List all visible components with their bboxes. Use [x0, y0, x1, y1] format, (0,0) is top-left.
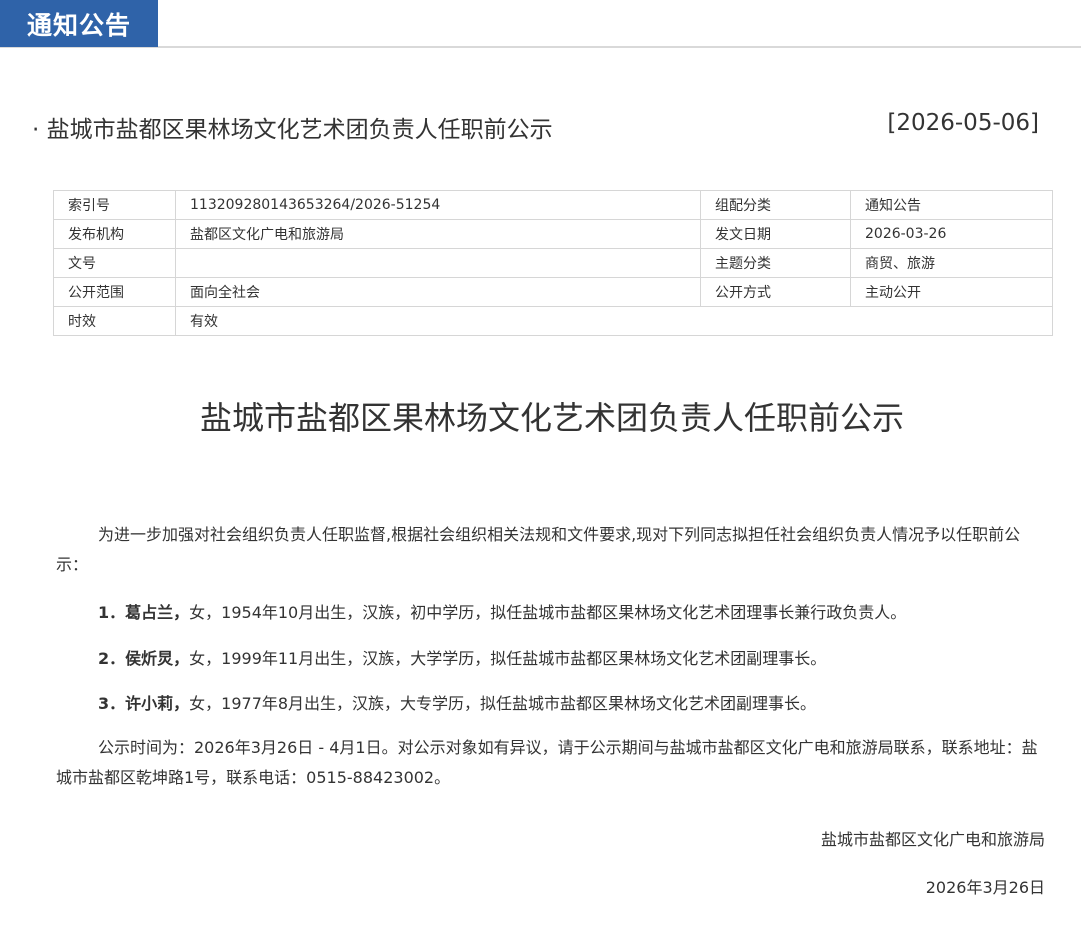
table-row: 时效 有效	[53, 306, 1053, 336]
intro-paragraph: 为进一步加强对社会组织负责人任职监督,根据社会组织相关法规和文件要求,现对下列同…	[56, 525, 1021, 574]
closing-paragraph: 公示时间为：2026年3月26日 - 4月1日。对公示对象如有异议，请于公示期间…	[56, 738, 1038, 787]
table-row: 索引号 113209280143653264/2026-51254 组配分类 通…	[53, 190, 1053, 220]
meta-label: 发文日期	[700, 219, 851, 249]
notice-date: [2026-05-06]	[887, 110, 1039, 136]
meta-label: 公开范围	[53, 277, 176, 307]
meta-value: 113209280143653264/2026-51254	[175, 190, 701, 220]
item-name: 葛占兰，	[125, 603, 190, 622]
item-text: 女，1999年11月出生，汉族，大学学历，拟任盐城市盐都区果林场文化艺术团副理事…	[189, 649, 827, 668]
item-number: 1．	[98, 603, 126, 622]
article-title: 盐城市盐都区果林场文化艺术团负责人任职前公示	[199, 399, 904, 437]
item-name: 侯炘炅，	[125, 649, 190, 668]
meta-value: 2026-03-26	[850, 219, 1053, 249]
item-text: 女，1977年8月出生，汉族，大专学历，拟任盐城市盐都区果林场文化艺术团副理事长…	[189, 694, 817, 713]
meta-value: 主动公开	[850, 277, 1053, 307]
meta-label: 文号	[53, 248, 176, 278]
table-row: 公开范围 面向全社会 公开方式 主动公开	[53, 277, 1053, 307]
list-item: 2．侯炘炅，女，1999年11月出生，汉族，大学学历，拟任盐城市盐都区果林场文化…	[98, 645, 826, 669]
meta-value: 商贸、旅游	[850, 248, 1053, 278]
meta-label: 时效	[53, 306, 176, 336]
signature: 盐城市盐都区文化广电和旅游局	[820, 830, 1045, 849]
item-name: 许小莉，	[125, 694, 190, 713]
meta-label: 索引号	[53, 190, 176, 220]
item-text: 女，1954年10月出生，汉族，初中学历，拟任盐城市盐都区果林场文化艺术团理事长…	[189, 603, 907, 622]
metadata-table: 索引号 113209280143653264/2026-51254 组配分类 通…	[53, 190, 1053, 336]
table-row: 文号 主题分类 商贸、旅游	[53, 248, 1053, 278]
header-bar: 通知公告	[0, 0, 1081, 48]
meta-label: 主题分类	[700, 248, 851, 278]
signature-date: 2026年3月26日	[925, 878, 1045, 897]
meta-label: 组配分类	[700, 190, 851, 220]
meta-label: 公开方式	[700, 277, 851, 307]
list-item: 3．许小莉，女，1977年8月出生，汉族，大专学历，拟任盐城市盐都区果林场文化艺…	[98, 690, 816, 714]
tab-notices[interactable]: 通知公告	[0, 0, 158, 47]
meta-value: 盐都区文化广电和旅游局	[175, 219, 701, 249]
meta-value: 有效	[175, 306, 1053, 336]
list-item: 1．葛占兰，女，1954年10月出生，汉族，初中学历，拟任盐城市盐都区果林场文化…	[98, 599, 906, 623]
meta-value	[175, 248, 701, 278]
meta-value: 通知公告	[850, 190, 1053, 220]
item-number: 3．	[98, 694, 126, 713]
item-number: 2．	[98, 649, 126, 668]
table-row: 发布机构 盐都区文化广电和旅游局 发文日期 2026-03-26	[53, 219, 1053, 249]
notice-title: · 盐城市盐都区果林场文化艺术团负责人任职前公示	[32, 117, 553, 143]
meta-value: 面向全社会	[175, 277, 701, 307]
meta-label: 发布机构	[53, 219, 176, 249]
